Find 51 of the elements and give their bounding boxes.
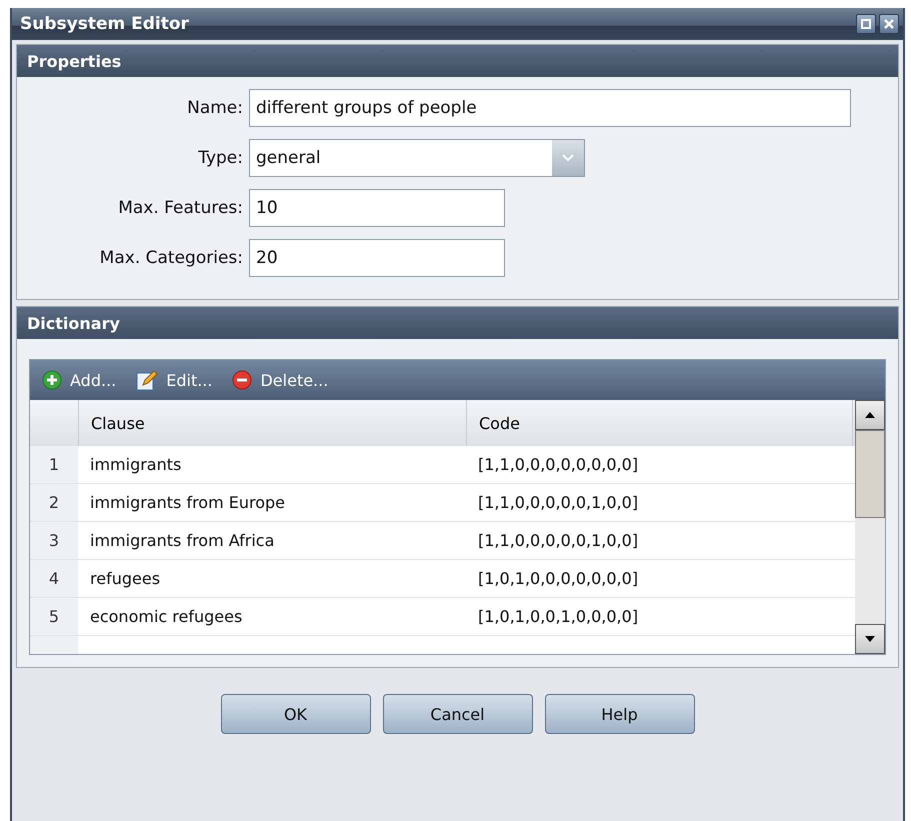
panel-title: Properties bbox=[27, 52, 122, 70]
field-label: Name: bbox=[187, 98, 244, 118]
close-icon bbox=[884, 19, 894, 29]
arrow-up-icon bbox=[864, 411, 876, 419]
type-dropdown[interactable]: general bbox=[249, 139, 585, 177]
row-number: 2 bbox=[30, 484, 78, 521]
table-cell-text: [1,0,1,0,0,1,0,0,0,0] bbox=[477, 606, 640, 628]
table-cell-text: [1,0,1,0,0,0,0,0,0,0] bbox=[477, 568, 640, 590]
table-row[interactable]: 5 economic refugees [1,0,1,0,0,1,0,0,0,0] bbox=[30, 598, 855, 636]
field-label: Max. Features: bbox=[118, 198, 244, 218]
scrollbar[interactable] bbox=[855, 400, 885, 654]
toolbar-button[interactable]: Add... bbox=[42, 370, 116, 390]
arrow-down-icon bbox=[864, 635, 876, 643]
panel-title: Dictionary bbox=[27, 314, 120, 332]
table-row[interactable]: 3 immigrants from Africa [1,1,0,0,0,0,0,1,0,0] bbox=[30, 522, 855, 560]
maximize-icon bbox=[861, 19, 871, 29]
close-button[interactable] bbox=[879, 14, 899, 34]
field-label: Type: bbox=[198, 148, 244, 168]
maximize-button[interactable] bbox=[856, 14, 876, 34]
table-row[interactable]: 4 refugees [1,0,1,0,0,0,0,0,0,0] bbox=[30, 560, 855, 598]
table-cell-text: [1,1,0,0,0,0,0,0,0,0] bbox=[477, 454, 640, 476]
row-number: 3 bbox=[30, 522, 78, 559]
row-number: 1 bbox=[30, 446, 78, 483]
table-cell-text: [1,1,0,0,0,0,0,1,0,0] bbox=[477, 530, 640, 552]
field-label: Max. Categories: bbox=[100, 248, 244, 268]
table-cell-text: immigrants bbox=[89, 454, 182, 476]
table-cell-text: refugees bbox=[89, 568, 162, 590]
chevron-down-icon bbox=[562, 154, 574, 162]
toolbar-button[interactable]: Delete... bbox=[232, 370, 328, 390]
table-cell-text: immigrants from Africa bbox=[89, 530, 276, 552]
column-header[interactable]: Code bbox=[467, 400, 853, 446]
column-header[interactable]: Clause bbox=[79, 400, 467, 446]
dialog-button[interactable]: Cancel bbox=[382, 694, 532, 734]
row-number: 5 bbox=[30, 598, 78, 635]
toolbar-button[interactable]: Edit... bbox=[136, 369, 212, 391]
pencil-icon bbox=[136, 369, 158, 391]
input-field[interactable]: different groups of people bbox=[249, 89, 851, 127]
dialog-button[interactable]: OK bbox=[220, 694, 370, 734]
plus-icon bbox=[42, 370, 62, 390]
table-cell-text: economic refugees bbox=[89, 606, 244, 628]
table-cell-text: immigrants from Europe bbox=[89, 492, 286, 514]
row-header bbox=[30, 636, 78, 654]
window-title: Subsystem Editor bbox=[20, 14, 190, 34]
input-field[interactable]: 10 bbox=[249, 189, 505, 227]
table-cell-text: [1,1,0,0,0,0,0,1,0,0] bbox=[477, 492, 640, 514]
minus-icon bbox=[232, 370, 252, 390]
table-row[interactable]: 2 immigrants from Europe [1,1,0,0,0,0,0,1,0,0] bbox=[30, 484, 855, 522]
table-row[interactable]: 1 immigrants [1,1,0,0,0,0,0,0,0,0] bbox=[30, 446, 855, 484]
dialog-button[interactable]: Help bbox=[544, 694, 694, 734]
row-number: 4 bbox=[30, 560, 78, 597]
input-field[interactable]: 20 bbox=[249, 239, 505, 277]
